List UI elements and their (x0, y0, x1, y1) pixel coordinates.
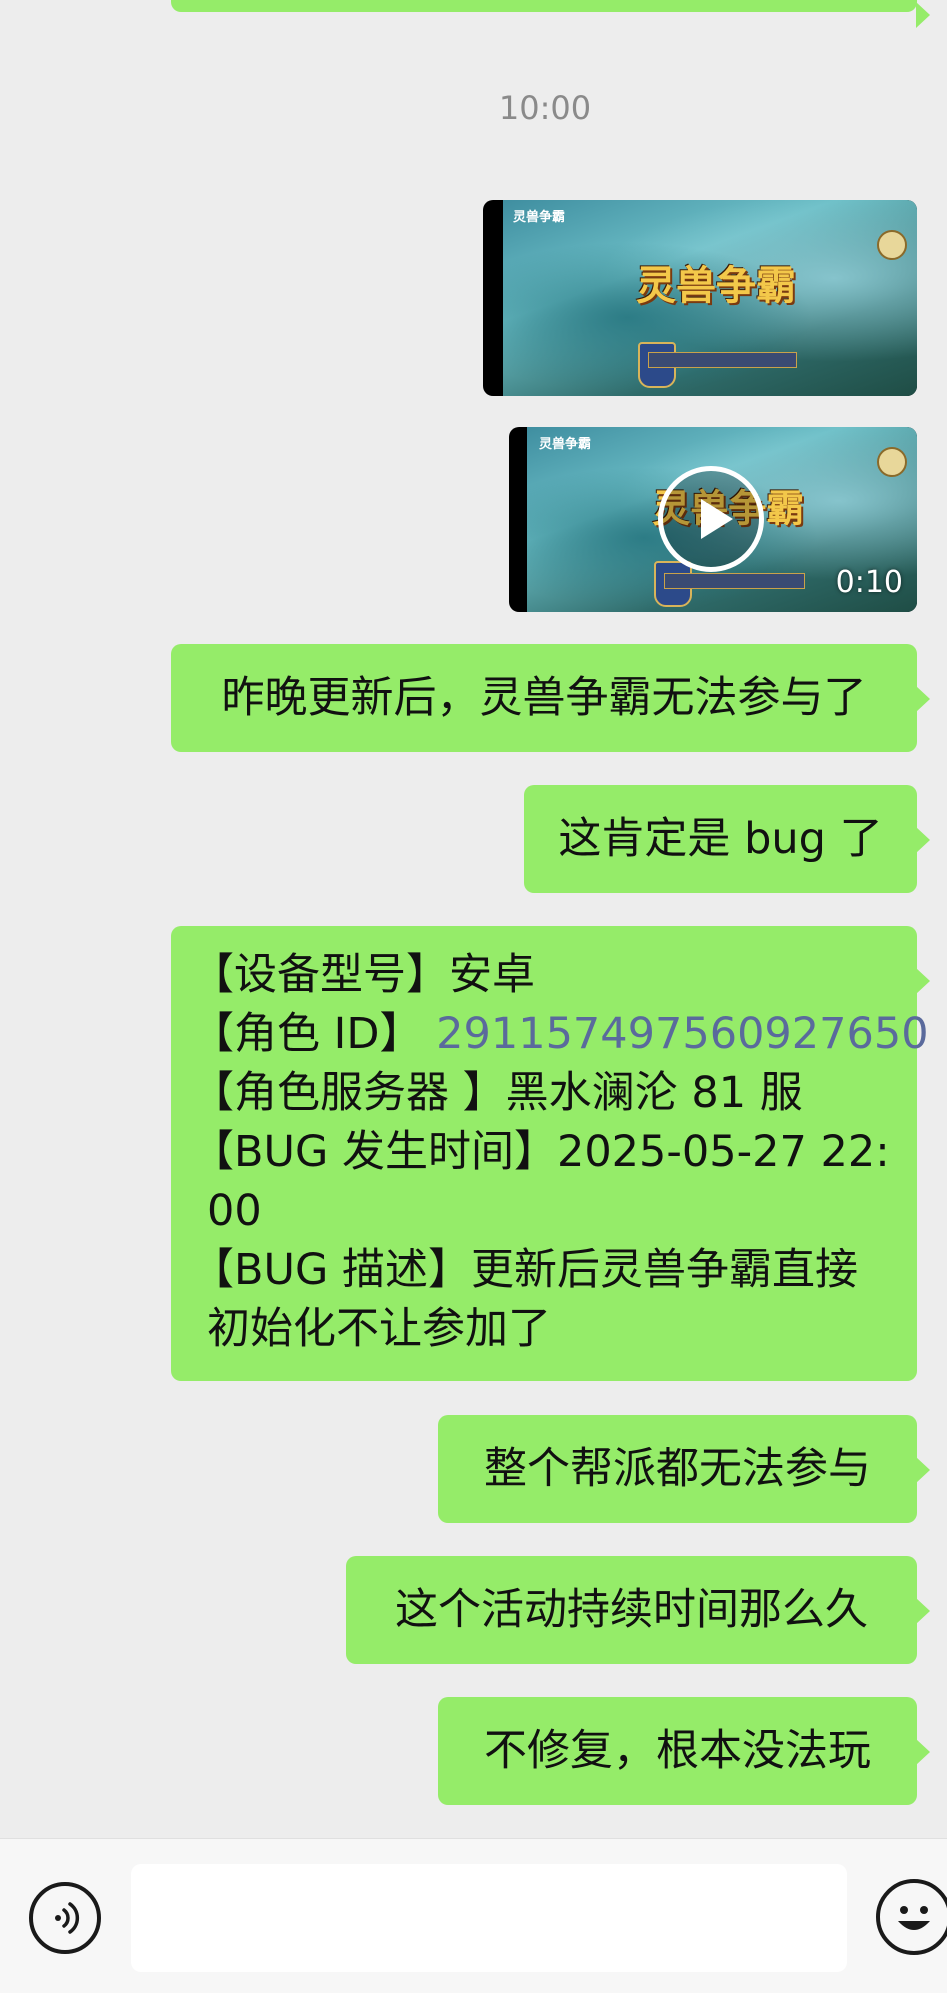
play-icon[interactable] (658, 466, 764, 572)
message-input[interactable] (131, 1864, 847, 1972)
message-bubble[interactable]: 昨晚更新后，灵兽争霸无法参与了 (171, 644, 930, 752)
smiley-icon[interactable] (876, 1879, 947, 1955)
bug-desc-line: 【BUG 描述】更新后灵兽争霸直接 (191, 1245, 858, 1295)
message-text: 昨晚更新后，灵兽争霸无法参与了 (221, 672, 867, 723)
message-text: 整个帮派都无法参与 (484, 1443, 871, 1494)
message-bubble[interactable]: 整个帮派都无法参与 (438, 1415, 930, 1523)
voice-wave-glyph (55, 1902, 80, 1934)
message-bubble-previous[interactable] (171, 0, 930, 28)
game-title-art: 灵兽争霸 (636, 262, 796, 310)
game-logo: 灵兽争霸 (513, 210, 566, 225)
bug-time-line: 【BUG 发生时间】2025-05-27 22: (191, 1127, 890, 1177)
role-id-value[interactable]: 2911574975609276​50 (436, 1009, 928, 1059)
video-duration: 0:10 (835, 565, 903, 600)
message-bubble[interactable]: 这肯定是 bug 了 (524, 785, 930, 893)
smiley-glyph (898, 1906, 930, 1930)
bug-desc-line-cont: 初始化不让参加了 (207, 1304, 551, 1354)
server-line: 【角色服务器 】黑水澜沦 81 服 (191, 1068, 803, 1118)
image-message[interactable]: 灵兽争霸 灵兽争霸 (483, 200, 917, 396)
message-bubble[interactable]: 这个活动持续时间那么久 (346, 1556, 930, 1664)
role-id-line: 【角色 ID】 2911574975609276​50 (191, 1009, 929, 1059)
bug-time-line-cont: 00 (207, 1186, 262, 1236)
game-logo: 灵兽争霸 (539, 437, 592, 452)
device-model-line: 【设备型号】安卓 (191, 950, 535, 1000)
message-timestamp: 10:00 (498, 89, 592, 127)
message-text: 这个活动持续时间那么久 (395, 1584, 868, 1635)
video-message[interactable]: 灵兽争霸 灵兽争霸 0:10 (509, 427, 917, 612)
chat-message-list[interactable]: 10:00 灵兽争霸 灵兽争霸 灵兽争霸 灵兽争霸 0:10 昨晚更新后，灵兽争… (0, 0, 947, 1838)
voice-icon[interactable] (29, 1882, 101, 1954)
badge-icon (877, 447, 907, 477)
banner-strip (664, 573, 805, 589)
message-text: 这肯定是 bug 了 (558, 813, 883, 864)
badge-icon (877, 230, 907, 260)
input-bar (0, 1838, 947, 1993)
message-text: 不修复，根本没法玩 (484, 1725, 871, 1776)
bug-report-bubble[interactable]: 【设备型号】安卓 【角色 ID】 2911574975609276​50 【角色… (171, 926, 930, 1381)
message-bubble[interactable]: 不修复，根本没法玩 (438, 1697, 930, 1805)
banner-strip (647, 352, 798, 368)
